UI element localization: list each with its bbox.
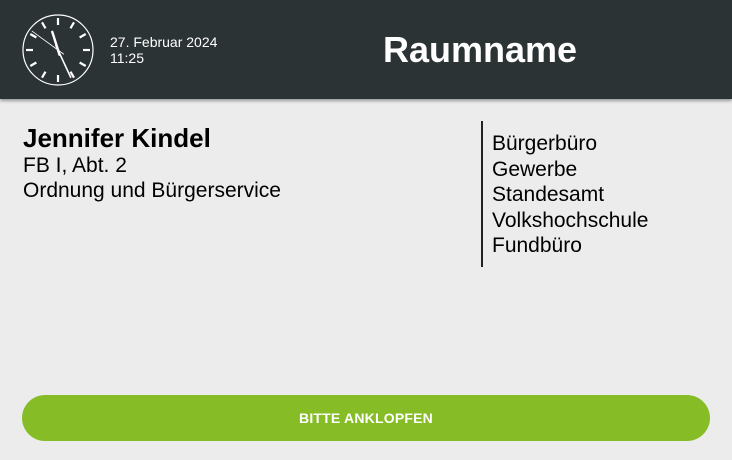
service-item: Standesamt: [492, 183, 605, 206]
clock-tick: [29, 61, 37, 67]
room-name: Raumname: [382, 29, 578, 70]
analog-clock-icon: [22, 14, 94, 86]
knock-button[interactable]: BITTE ANKLOPFEN: [22, 395, 710, 441]
person-name: Jennifer Kindel: [23, 123, 211, 153]
service-item: Fundbüro: [492, 234, 582, 257]
service-item: Bürgerbüro: [492, 132, 598, 155]
clock-tick: [79, 61, 87, 67]
clock-tick: [69, 21, 75, 29]
current-time: 11:25: [110, 50, 144, 66]
service-item: Gewerbe: [492, 157, 578, 181]
person-info: Jennifer Kindel FB I, Abt. 2 Ordnung und…: [23, 123, 281, 203]
clock-second-hand: [31, 30, 65, 55]
current-date: 27. Februar 2024: [110, 34, 218, 50]
clock-tick: [41, 71, 47, 79]
person-division: Ordnung und Bürgerservice: [23, 179, 281, 202]
clock-tick: [79, 33, 87, 39]
clock-tick: [41, 21, 47, 29]
date-time: 27. Februar 2024 11:25: [110, 34, 217, 66]
header-bar: 27. Februar 2024 11:25 Raumname: [0, 0, 732, 99]
clock-tick: [29, 33, 37, 39]
service-item: Volkshochschule: [492, 208, 649, 232]
person-department: FB I, Abt. 2: [23, 154, 127, 177]
service-list: Bürgerbüro Gewerbe Standesamt Volkshochs…: [492, 131, 648, 259]
column-divider: [481, 121, 483, 267]
